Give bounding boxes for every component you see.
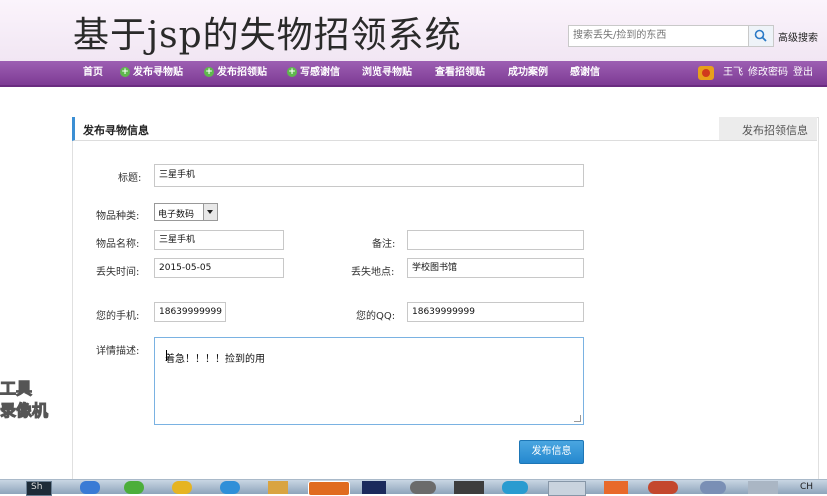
nav-success-cases-label: 成功案例 <box>508 67 548 78</box>
tab-post-found-info-label: 发布招领信息 <box>742 124 808 137</box>
search-icon <box>754 29 767 42</box>
app-icon-red[interactable] <box>648 481 678 494</box>
tab-post-lost-info-label: 发布寻物信息 <box>83 124 149 137</box>
user-avatar-icon <box>698 66 714 80</box>
nav-home-label: 首页 <box>83 67 103 78</box>
change-password-link[interactable]: 修改密码 <box>748 61 788 85</box>
description-textarea[interactable]: 着急！！！！捡到的用 <box>154 337 584 425</box>
search-input[interactable] <box>569 26 747 44</box>
taskbar-clock: CH <box>800 482 814 492</box>
chevron-down-icon <box>203 204 217 220</box>
remark-label: 备注: <box>372 239 396 250</box>
phone-input[interactable]: 18639999999 <box>154 302 226 322</box>
nav-browse-lost-label: 浏览寻物贴 <box>362 67 412 78</box>
recorder-watermark: 工具 录像机 <box>0 378 49 422</box>
app-icon-window2[interactable] <box>748 481 778 494</box>
nav-home[interactable]: 首页 <box>83 61 103 85</box>
app-icon-folder[interactable] <box>268 481 288 494</box>
item-name-label: 物品名称: <box>96 239 140 250</box>
category-label: 物品种类: <box>96 211 140 222</box>
tab-post-lost-info[interactable]: 发布寻物信息 <box>72 117 721 141</box>
nav-browse-lost[interactable]: 浏览寻物贴 <box>362 61 412 85</box>
category-select[interactable]: 电子数码 <box>154 203 218 221</box>
nav-thanks-letters-label: 感谢信 <box>570 67 600 78</box>
nav-post-lost-label: 发布寻物贴 <box>133 67 183 78</box>
app-icon-window[interactable] <box>548 481 586 496</box>
nav-post-lost[interactable]: + 发布寻物贴 <box>120 61 183 85</box>
plus-icon: + <box>204 67 214 77</box>
app-icon-yellow[interactable] <box>172 481 192 494</box>
tab-post-found-info[interactable]: 发布招领信息 <box>719 117 817 141</box>
os-taskbar: Sh CH <box>0 479 827 496</box>
search-button[interactable] <box>748 26 773 46</box>
app-icon-dark[interactable] <box>454 481 484 494</box>
firefox-icon[interactable] <box>308 481 350 496</box>
nav-view-found[interactable]: 查看招领贴 <box>435 61 485 85</box>
watermark-line1: 工具 <box>0 379 33 399</box>
media-icon[interactable] <box>410 481 436 494</box>
plus-icon: + <box>287 67 297 77</box>
resize-grip-icon[interactable] <box>574 415 581 422</box>
item-name-input[interactable]: 三星手机 <box>154 230 284 250</box>
app-icon-cyan[interactable] <box>502 481 528 494</box>
text-caret <box>166 350 167 361</box>
nav-thanks-letters[interactable]: 感谢信 <box>570 61 600 85</box>
nav-view-found-label: 查看招领贴 <box>435 67 485 78</box>
taskbar-app-cmd[interactable]: Sh <box>26 481 52 496</box>
description-value: 着急！！！！捡到的用 <box>165 354 265 365</box>
logout-link[interactable]: 登出 <box>793 61 813 85</box>
watermark-line2: 录像机 <box>0 401 49 421</box>
lost-time-input[interactable]: 2015-05-05 <box>154 258 284 278</box>
site-title: 基于jsp的失物招领系统 <box>73 15 462 56</box>
title-label: 标题: <box>118 173 142 184</box>
nav-write-thanks[interactable]: + 写感谢信 <box>287 61 340 85</box>
lost-place-input[interactable]: 学校图书馆 <box>407 258 584 278</box>
app-icon-green[interactable] <box>124 481 144 494</box>
nav-success-cases[interactable]: 成功案例 <box>508 61 548 85</box>
app-icon-orange[interactable] <box>604 481 628 494</box>
remark-input[interactable] <box>407 230 584 250</box>
phone-label: 您的手机: <box>96 311 140 322</box>
lost-time-label: 丢失时间: <box>96 267 140 278</box>
category-value: 电子数码 <box>158 210 195 220</box>
description-label: 详情描述: <box>96 346 140 357</box>
qq-input[interactable]: 18639999999 <box>407 302 584 322</box>
advanced-search-link[interactable]: 高级搜索 <box>778 29 818 44</box>
title-input[interactable]: 三星手机 <box>154 164 584 187</box>
qq-label: 您的QQ: <box>356 311 396 322</box>
user-name: 王飞 <box>723 67 743 78</box>
ie-icon[interactable] <box>80 481 100 494</box>
app-icon-grey[interactable] <box>700 481 726 494</box>
taskbar-cmd-label: Sh <box>31 482 43 492</box>
plus-icon: + <box>120 67 130 77</box>
submit-button[interactable]: 发布信息 <box>519 440 584 464</box>
search-box <box>568 25 774 47</box>
app-icon-blue[interactable] <box>220 481 240 494</box>
nav-post-found[interactable]: + 发布招领贴 <box>204 61 267 85</box>
nav-post-found-label: 发布招领贴 <box>217 67 267 78</box>
photoshop-icon[interactable] <box>362 481 386 494</box>
nav-write-thanks-label: 写感谢信 <box>300 67 340 78</box>
lost-place-label: 丢失地点: <box>351 267 395 278</box>
